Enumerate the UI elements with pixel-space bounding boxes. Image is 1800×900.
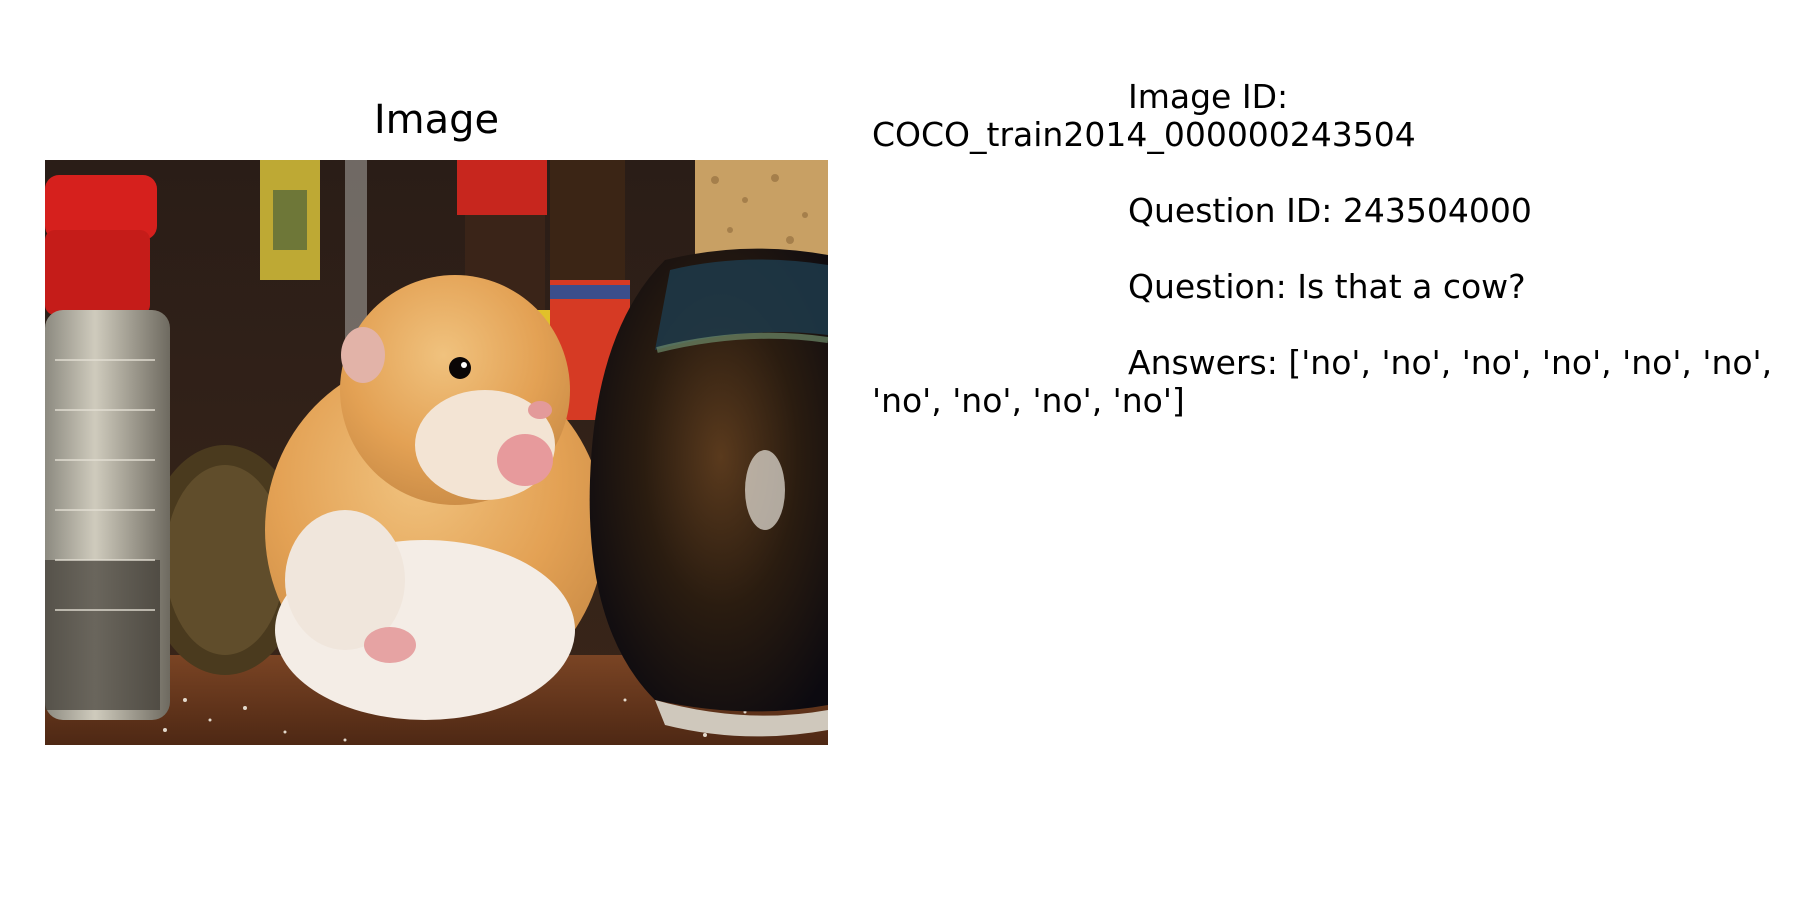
hamster-photo [45, 160, 828, 745]
question-id-line: Question ID: 243504000 [872, 192, 1792, 230]
image-id-label: Image ID: [1128, 77, 1289, 116]
hamster-photo-drawing [45, 160, 828, 745]
image-panel-title: Image [373, 97, 500, 143]
question-id-label: Question ID: [1128, 191, 1333, 230]
answers-values-line2: 'no', 'no', 'no', 'no'] [872, 381, 1185, 420]
answers-label: Answers: [1128, 343, 1278, 382]
image-id-line: Image ID: COCO_train2014_000000243504 [872, 78, 1792, 154]
question-id-value: 243504000 [1342, 191, 1532, 230]
question-label: Question: [1128, 267, 1287, 306]
image-id-value: COCO_train2014_000000243504 [872, 115, 1416, 154]
question-metadata: Image ID: COCO_train2014_000000243504 Que… [872, 78, 1792, 420]
answers-values-line1: ['no', 'no', 'no', 'no', 'no', 'no', [1288, 343, 1773, 382]
answers-line: Answers: ['no', 'no', 'no', 'no', 'no', … [872, 344, 1792, 420]
question-line: Question: Is that a cow? [872, 268, 1792, 306]
question-value: Is that a cow? [1297, 267, 1526, 306]
